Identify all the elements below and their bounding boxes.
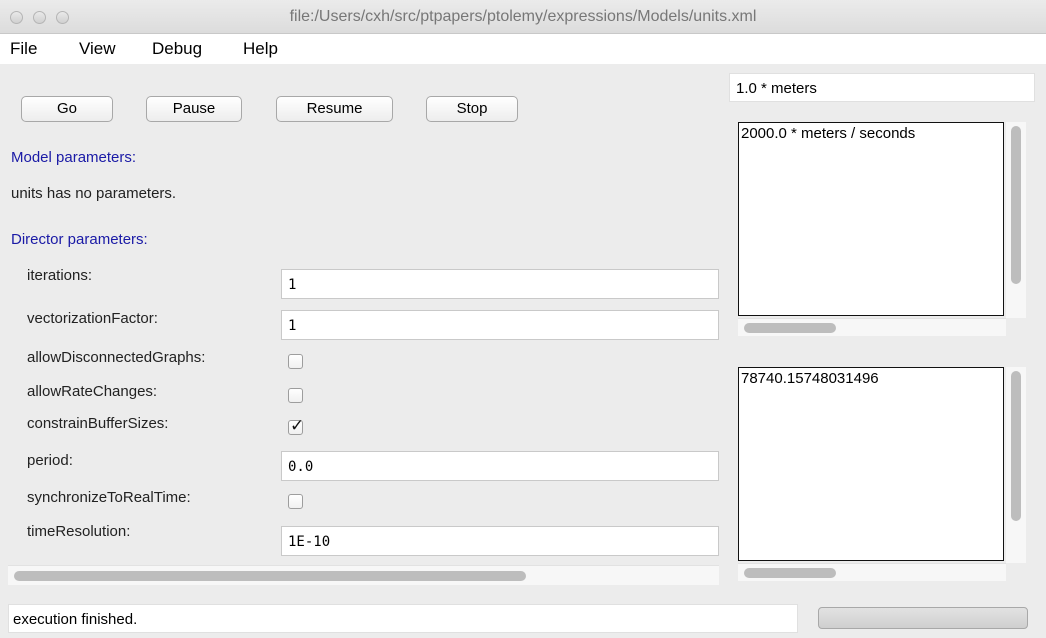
go-button[interactable]: Go xyxy=(21,96,113,122)
allow-disconnected-graphs-checkbox[interactable] xyxy=(288,354,303,369)
display-field[interactable]: 1.0 * meters xyxy=(729,73,1035,102)
constrain-buffer-sizes-label: constrainBufferSizes: xyxy=(27,415,169,432)
period-input[interactable]: 0.0 xyxy=(281,451,719,481)
status-bar: execution finished. xyxy=(8,604,798,633)
menu-file[interactable]: File xyxy=(10,39,37,59)
period-label: period: xyxy=(27,452,73,469)
checkmark-icon: ✓ xyxy=(290,416,305,435)
director-parameters-heading: Director parameters: xyxy=(11,231,148,248)
allow-rate-changes-checkbox[interactable] xyxy=(288,388,303,403)
display-text-area-2[interactable]: 78740.15748031496 xyxy=(738,367,1004,561)
scrollbar-thumb[interactable] xyxy=(1011,126,1021,284)
scrollbar-thumb[interactable] xyxy=(744,323,836,333)
text-area-1-horizontal-scrollbar[interactable] xyxy=(738,318,1006,336)
text-area-1-vertical-scrollbar[interactable] xyxy=(1006,122,1026,318)
iterations-label: iterations: xyxy=(27,267,93,284)
synchronize-to-real-time-label: synchronizeToRealTime: xyxy=(27,489,191,506)
text-area-2-horizontal-scrollbar[interactable] xyxy=(738,563,1006,581)
display-text-area-1[interactable]: 2000.0 * meters / seconds xyxy=(738,122,1004,316)
title-bar: file:/Users/cxh/src/ptpapers/ptolemy/exp… xyxy=(0,0,1046,34)
synchronize-to-real-time-checkbox[interactable] xyxy=(288,494,303,509)
scrollbar-thumb[interactable] xyxy=(1011,371,1021,521)
model-parameters-heading: Model parameters: xyxy=(11,149,137,166)
pause-button[interactable]: Pause xyxy=(146,96,242,122)
model-parameters-text: units has no parameters. xyxy=(11,185,177,202)
menu-debug[interactable]: Debug xyxy=(152,39,202,59)
menu-help[interactable]: Help xyxy=(243,39,278,59)
allow-rate-changes-label: allowRateChanges: xyxy=(27,383,158,400)
vectorization-factor-label: vectorizationFactor: xyxy=(27,310,158,327)
parameters-horizontal-scrollbar[interactable] xyxy=(8,565,719,585)
time-resolution-label: timeResolution: xyxy=(27,523,131,540)
text-area-2-vertical-scrollbar[interactable] xyxy=(1006,367,1026,563)
menu-bar: File View Debug Help xyxy=(0,34,1046,64)
vectorization-factor-input[interactable]: 1 xyxy=(281,310,719,340)
window-title: file:/Users/cxh/src/ptpapers/ptolemy/exp… xyxy=(289,8,757,25)
menu-view[interactable]: View xyxy=(79,39,116,59)
scrollbar-thumb[interactable] xyxy=(14,571,526,581)
resume-button[interactable]: Resume xyxy=(276,96,393,122)
iterations-input[interactable]: 1 xyxy=(281,269,719,299)
time-resolution-input[interactable]: 1E-10 xyxy=(281,526,719,556)
scrollbar-thumb[interactable] xyxy=(744,568,836,578)
stop-button[interactable]: Stop xyxy=(426,96,518,122)
constrain-buffer-sizes-checkbox[interactable]: ✓ xyxy=(288,416,304,435)
progress-bar xyxy=(818,607,1028,629)
allow-disconnected-graphs-label: allowDisconnectedGraphs: xyxy=(27,349,206,366)
